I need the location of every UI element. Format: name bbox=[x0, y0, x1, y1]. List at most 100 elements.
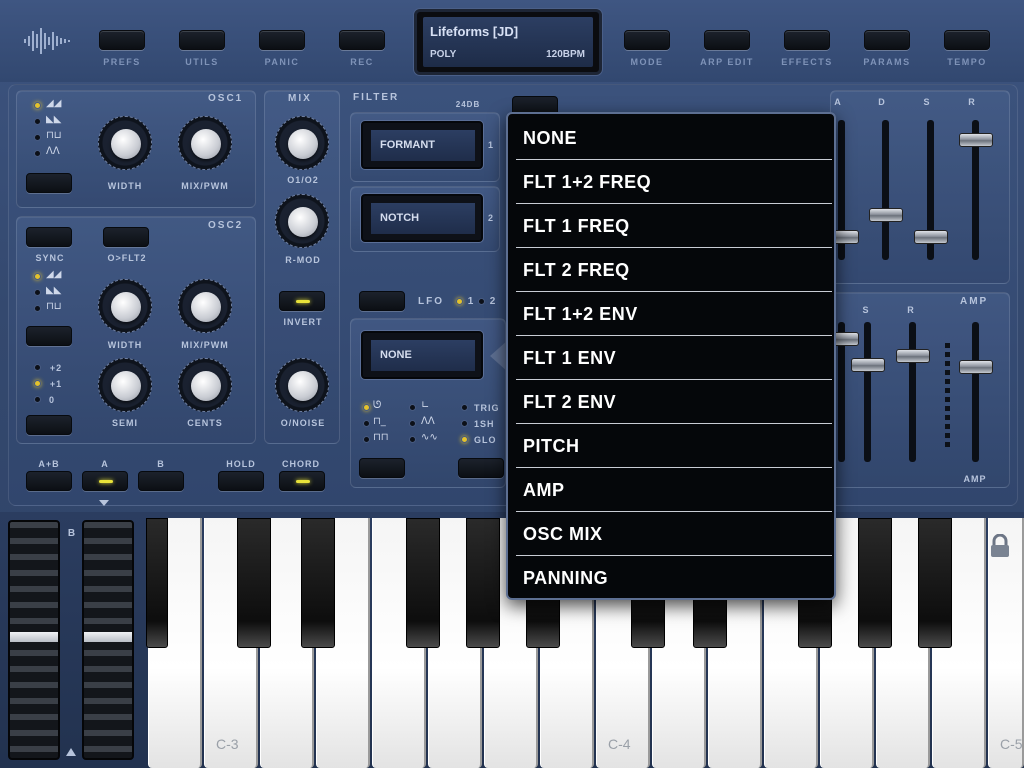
key-label-c3: C-3 bbox=[216, 736, 239, 752]
octave-led-plus1[interactable] bbox=[34, 380, 41, 387]
osc2-wave-led-saw2[interactable] bbox=[34, 289, 41, 296]
sync-label: SYNC bbox=[35, 253, 65, 263]
key-label-c5: C-5 bbox=[1000, 736, 1023, 752]
r-mod-knob[interactable] bbox=[275, 194, 329, 248]
b-button[interactable] bbox=[138, 471, 184, 491]
lfo-option-button[interactable] bbox=[458, 458, 504, 478]
mode-button[interactable] bbox=[624, 30, 670, 50]
dropdown-item-pitch[interactable]: PITCH bbox=[516, 424, 832, 468]
lfo2-number: 2 bbox=[489, 296, 497, 307]
lfo1-led[interactable] bbox=[456, 298, 463, 305]
env-release-fader[interactable] bbox=[959, 133, 993, 147]
black-key[interactable] bbox=[406, 518, 440, 648]
utils-button[interactable] bbox=[179, 30, 225, 50]
osc1-wave-led-saw[interactable] bbox=[34, 102, 41, 109]
dropdown-item-none[interactable]: NONE bbox=[516, 116, 832, 160]
dropdown-item-panning[interactable]: PANNING bbox=[516, 556, 832, 598]
params-button[interactable] bbox=[864, 30, 910, 50]
saw-wave-icon: ◣◣ bbox=[46, 285, 62, 296]
osc1-wave-led-square[interactable] bbox=[34, 134, 41, 141]
env-decay-fader[interactable] bbox=[869, 208, 903, 222]
chord-button[interactable] bbox=[279, 471, 325, 491]
dropdown-item-amp[interactable]: AMP bbox=[516, 468, 832, 512]
osc1-mix-pwm-knob[interactable] bbox=[178, 116, 232, 170]
dropdown-item-flt1-freq[interactable]: FLT 1 FREQ bbox=[516, 204, 832, 248]
env-label-s: S bbox=[923, 97, 931, 107]
dropdown-item-flt12-freq[interactable]: FLT 1+2 FREQ bbox=[516, 160, 832, 204]
keyboard-lock-icon[interactable] bbox=[989, 533, 1011, 558]
lfo-target-dropdown: NONE FLT 1+2 FREQ FLT 1 FREQ FLT 2 FREQ … bbox=[506, 112, 836, 600]
pitch-wheel[interactable] bbox=[8, 520, 60, 760]
dropdown-item-flt2-env[interactable]: FLT 2 ENV bbox=[516, 380, 832, 424]
glo-led[interactable] bbox=[461, 436, 468, 443]
filter1-type-display[interactable]: FORMANT bbox=[361, 121, 483, 169]
o1-o2-knob[interactable] bbox=[275, 116, 329, 170]
o-flt2-button[interactable] bbox=[103, 227, 149, 247]
a-button[interactable] bbox=[82, 471, 128, 491]
cents-knob[interactable] bbox=[178, 358, 232, 412]
amp-sustain-fader[interactable] bbox=[851, 358, 885, 372]
lfo-select-button[interactable] bbox=[359, 291, 405, 311]
env-sustain-fader[interactable] bbox=[914, 230, 948, 244]
effects-button[interactable] bbox=[784, 30, 830, 50]
arp-edit-button[interactable] bbox=[704, 30, 750, 50]
dropdown-item-flt2-freq[interactable]: FLT 2 FREQ bbox=[516, 248, 832, 292]
osc2-width-knob[interactable] bbox=[98, 279, 152, 333]
octave-button[interactable] bbox=[26, 415, 72, 435]
osc1-wave-button[interactable] bbox=[26, 173, 72, 193]
patch-display[interactable]: Lifeforms [JD] POLY 120BPM bbox=[414, 9, 602, 75]
black-key[interactable] bbox=[237, 518, 271, 648]
osc2-mix-pwm-knob[interactable] bbox=[178, 279, 232, 333]
hold-label: HOLD bbox=[226, 459, 256, 469]
lfo-wave-button[interactable] bbox=[359, 458, 405, 478]
tempo-button[interactable] bbox=[944, 30, 990, 50]
sync-button[interactable] bbox=[26, 227, 72, 247]
osc1-wave-led-saw2[interactable] bbox=[34, 118, 41, 125]
rec-button[interactable] bbox=[339, 30, 385, 50]
black-key[interactable] bbox=[466, 518, 500, 648]
osc2-wave-led-saw[interactable] bbox=[34, 273, 41, 280]
black-key[interactable] bbox=[918, 518, 952, 648]
env-label-d: D bbox=[878, 97, 886, 107]
invert-button[interactable] bbox=[279, 291, 325, 311]
dropdown-item-osc-mix[interactable]: OSC MIX bbox=[516, 512, 832, 556]
black-key[interactable] bbox=[858, 518, 892, 648]
ab-button[interactable] bbox=[26, 471, 72, 491]
amp-title: AMP bbox=[960, 296, 989, 307]
semi-knob[interactable] bbox=[98, 358, 152, 412]
collapse-arrow-icon[interactable] bbox=[99, 500, 109, 506]
amp-level-fader[interactable] bbox=[959, 360, 993, 374]
lfo-wave-led-stepped[interactable] bbox=[363, 436, 370, 443]
osc1-wave-led-triangle[interactable] bbox=[34, 150, 41, 157]
amp-level-meter bbox=[945, 343, 950, 449]
black-key[interactable] bbox=[146, 518, 168, 648]
black-key[interactable] bbox=[301, 518, 335, 648]
lfo2-led[interactable] bbox=[478, 298, 485, 305]
prefs-label: PREFS bbox=[103, 57, 141, 67]
lfo-wave-led-square[interactable] bbox=[363, 420, 370, 427]
trig-led[interactable] bbox=[461, 404, 468, 411]
o-flt2-label: O>FLT2 bbox=[107, 253, 147, 263]
octave-led-plus2[interactable] bbox=[34, 364, 41, 371]
mod-wheel[interactable] bbox=[82, 520, 134, 760]
one-shot-led[interactable] bbox=[461, 420, 468, 427]
ramp-wave-icon: ∟ bbox=[421, 400, 430, 411]
dropdown-item-flt1-env[interactable]: FLT 1 ENV bbox=[516, 336, 832, 380]
lfo-wave-led-random[interactable] bbox=[409, 436, 416, 443]
prefs-button[interactable] bbox=[99, 30, 145, 50]
osc2-wave-button[interactable] bbox=[26, 326, 72, 346]
lfo-target-display[interactable]: NONE bbox=[361, 331, 483, 379]
dropdown-item-flt12-env[interactable]: FLT 1+2 ENV bbox=[516, 292, 832, 336]
osc1-width-knob[interactable] bbox=[98, 116, 152, 170]
lfo-wave-led-sine[interactable] bbox=[363, 404, 370, 411]
filter-slope-label: 24DB bbox=[455, 100, 481, 109]
hold-button[interactable] bbox=[218, 471, 264, 491]
octave-led-zero[interactable] bbox=[34, 396, 41, 403]
amp-release-fader[interactable] bbox=[896, 349, 930, 363]
filter2-type-display[interactable]: NOTCH bbox=[361, 194, 483, 242]
lfo-wave-led-triangle[interactable] bbox=[409, 420, 416, 427]
panic-button[interactable] bbox=[259, 30, 305, 50]
lfo-wave-led-ramp[interactable] bbox=[409, 404, 416, 411]
o-noise-knob[interactable] bbox=[275, 358, 329, 412]
osc2-wave-led-square[interactable] bbox=[34, 305, 41, 312]
